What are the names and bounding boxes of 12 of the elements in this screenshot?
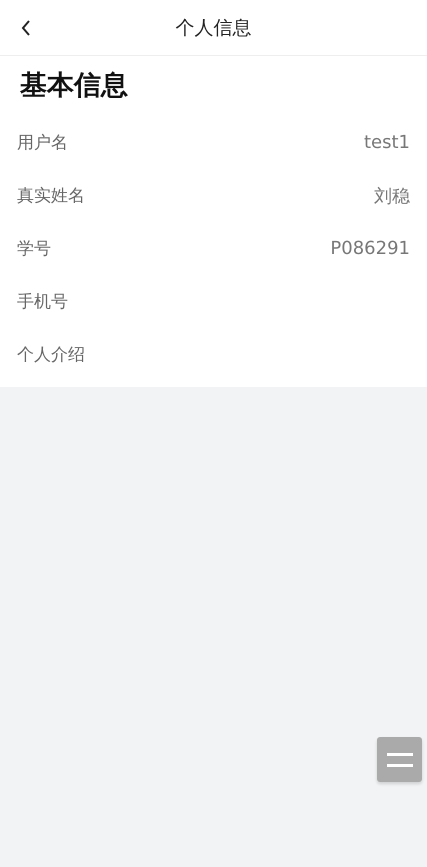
back-icon[interactable] [20, 19, 32, 37]
field-value: 刘稳 [374, 184, 410, 208]
field-label: 个人介绍 [17, 344, 85, 366]
field-label: 手机号 [17, 291, 68, 313]
section-title: 基本信息 [20, 69, 129, 103]
menu-icon [386, 752, 412, 768]
field-value: P086291 [330, 238, 410, 259]
page-title: 个人信息 [176, 16, 252, 40]
field-label: 用户名 [17, 132, 68, 154]
field-label: 学号 [17, 238, 51, 260]
field-value: test1 [364, 132, 410, 153]
field-label: 真实姓名 [17, 185, 85, 207]
